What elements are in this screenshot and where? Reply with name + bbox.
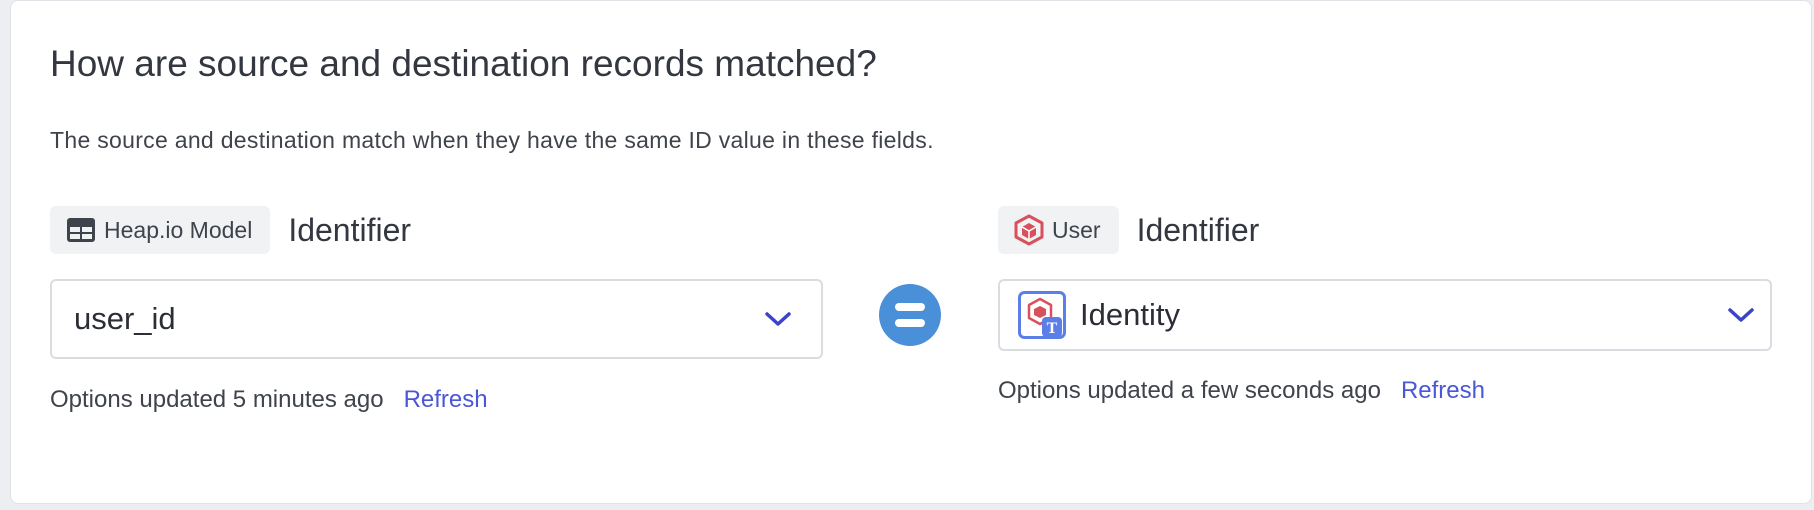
destination-identifier-select[interactable]: T Identity (998, 279, 1772, 351)
svg-text:T: T (1047, 320, 1058, 337)
description: The source and destination match when th… (50, 127, 934, 153)
source-model-chip: Heap.io Model (50, 206, 271, 254)
destination-object-label: User (1052, 216, 1101, 243)
source-options-status: Options updated 5 minutes ago (50, 386, 384, 413)
source-selected-value: user_id (74, 301, 176, 336)
source-field-title: Identifier (288, 211, 412, 248)
destination-options-status: Options updated a few seconds ago (998, 377, 1381, 404)
destination-object-chip: User (998, 206, 1119, 254)
destination-refresh-link[interactable]: Refresh (1401, 377, 1485, 405)
identity-text-field-icon: T (1018, 291, 1066, 339)
page-title: How are source and destination records m… (50, 43, 877, 84)
destination-label-row: User Identifier (998, 206, 1778, 254)
source-model-label: Heap.io Model (104, 216, 253, 243)
destination-selected-value: Identity (1080, 297, 1180, 332)
destination-field-title: Identifier (1136, 211, 1260, 248)
source-options-meta: Options updated 5 minutes ago Refresh (50, 386, 488, 414)
chevron-down-icon (763, 309, 793, 329)
source-refresh-link[interactable]: Refresh (404, 386, 488, 414)
source-identifier-select[interactable]: user_id (50, 279, 823, 359)
source-label-row: Heap.io Model Identifier (50, 206, 830, 254)
chevron-down-icon (1726, 305, 1756, 325)
matching-card: How are source and destination records m… (10, 0, 1812, 504)
destination-column: User Identifier T Identity Options updat… (998, 206, 1778, 404)
table-icon (66, 217, 96, 243)
destination-options-meta: Options updated a few seconds ago Refres… (998, 377, 1485, 405)
cube-icon (1014, 214, 1044, 246)
source-column: Heap.io Model Identifier user_id Options… (50, 206, 830, 413)
equals-icon (879, 284, 941, 346)
